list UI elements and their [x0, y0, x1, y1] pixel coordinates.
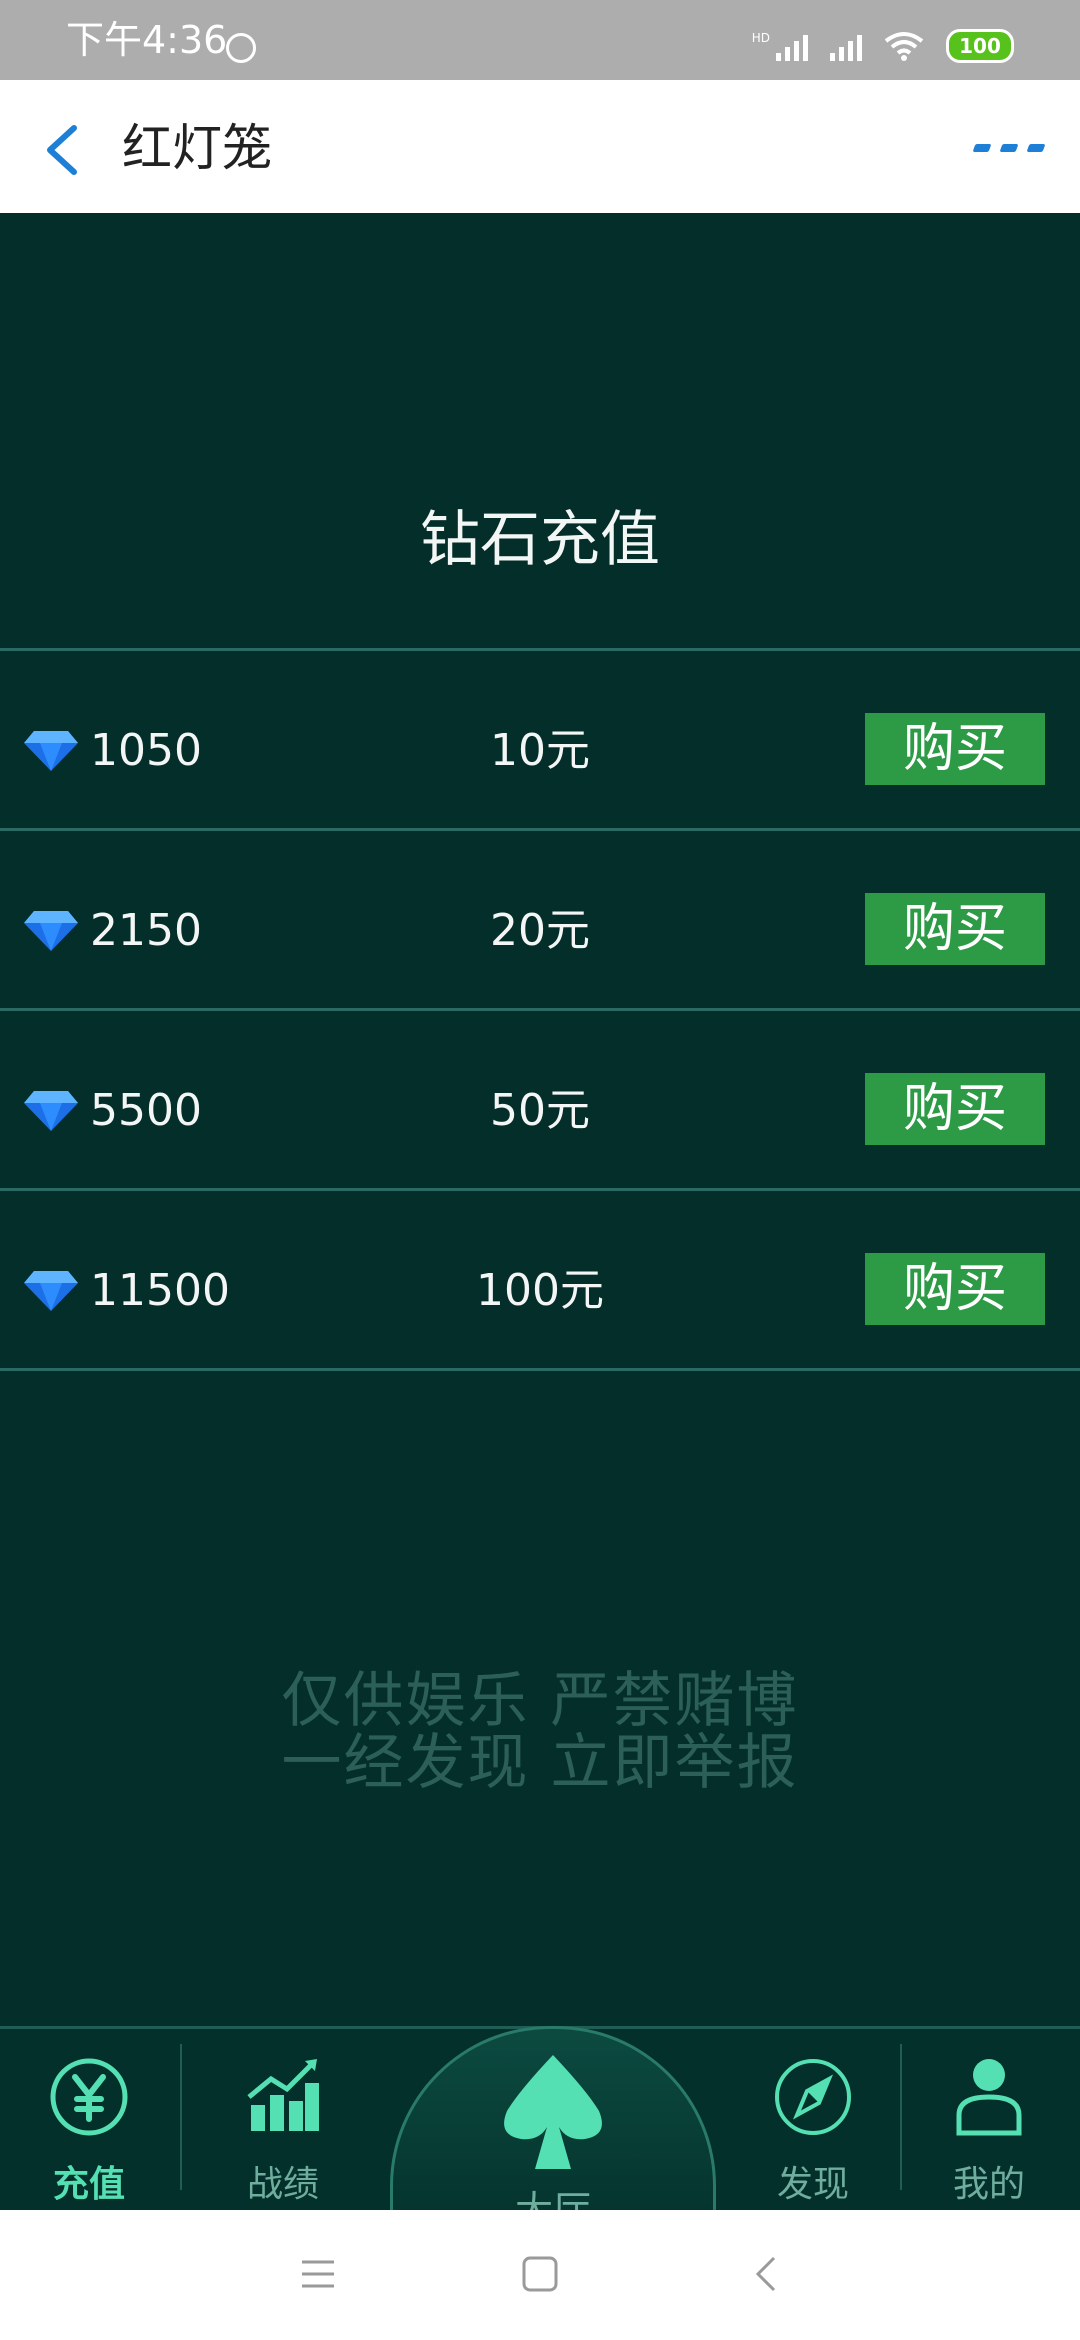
nav-divider: [180, 2044, 182, 2190]
alarm-icon: [226, 33, 256, 63]
wifi-icon: [884, 31, 924, 61]
diamond-amount: 1050: [90, 725, 202, 776]
spade-icon: [504, 2055, 602, 2169]
list-item: 2150 20元 购买: [0, 831, 1080, 1011]
package-price: 50元: [490, 1085, 590, 1136]
notice-line-2: 一经发现 立即举报: [281, 1728, 799, 1798]
package-price: 100元: [476, 1265, 604, 1316]
buy-button[interactable]: 购买: [865, 893, 1045, 965]
diamond-icon: [24, 911, 78, 951]
more-icon[interactable]: [972, 128, 1046, 168]
home-icon[interactable]: [518, 2252, 562, 2296]
nav-divider: [900, 2044, 902, 2190]
back-nav-icon[interactable]: [746, 2252, 790, 2296]
battery-icon: 100: [946, 29, 1014, 63]
diamond-icon: [24, 1271, 78, 1311]
tab-label: 我的: [952, 2164, 1025, 2205]
tab-recharge[interactable]: 充值: [14, 2049, 164, 2213]
yen-icon: [50, 2058, 128, 2136]
diamond-amount: 2150: [90, 905, 202, 956]
hd-signal-icon: HD: [752, 31, 808, 61]
tab-label: 发现: [776, 2164, 849, 2205]
diamond-icon: [24, 731, 78, 771]
notice-text: 仅供娱乐 严禁赌博 一经发现 立即举报: [0, 1670, 1080, 1794]
notice-line-1: 仅供娱乐 严禁赌博: [281, 1666, 799, 1736]
tab-label: 战绩: [246, 2164, 319, 2205]
buy-button[interactable]: 购买: [865, 713, 1045, 785]
status-time: 下午4:36: [66, 18, 228, 62]
list-item: 5500 50元 购买: [0, 1011, 1080, 1191]
menu-icon[interactable]: [296, 2252, 340, 2296]
compass-icon: [775, 2059, 851, 2135]
page-title: 钻石充值: [420, 505, 660, 575]
package-price: 20元: [490, 905, 590, 956]
user-icon: [956, 2059, 1022, 2136]
package-price: 10元: [490, 725, 590, 776]
bar-chart-icon: [247, 2059, 319, 2131]
tab-label: 充值: [52, 2164, 125, 2205]
signal-icon: [830, 31, 862, 61]
buy-button[interactable]: 购买: [865, 1073, 1045, 1145]
diamond-amount: 5500: [90, 1085, 202, 1136]
tab-mine[interactable]: 我的: [914, 2049, 1064, 2213]
diamond-icon: [24, 1091, 78, 1131]
tab-records[interactable]: 战绩: [208, 2049, 358, 2213]
back-icon[interactable]: [38, 120, 88, 180]
network-label: HD: [751, 31, 770, 45]
buy-button[interactable]: 购买: [865, 1253, 1045, 1325]
system-nav-bar: [0, 2210, 1080, 2340]
app-header: 红灯笼: [0, 80, 1080, 213]
status-bar: 下午4:36 HD 100: [0, 0, 1080, 80]
list-item: 11500 100元 购买: [0, 1191, 1080, 1371]
list-item: 1050 10元 购买: [0, 651, 1080, 831]
package-list: 1050 10元 购买 2150 20元 购买 5500 50元 购买 1150…: [0, 648, 1080, 1371]
tab-discover[interactable]: 发现: [738, 2049, 888, 2213]
page-header-title: 红灯笼: [122, 119, 272, 177]
diamond-amount: 11500: [90, 1265, 230, 1316]
